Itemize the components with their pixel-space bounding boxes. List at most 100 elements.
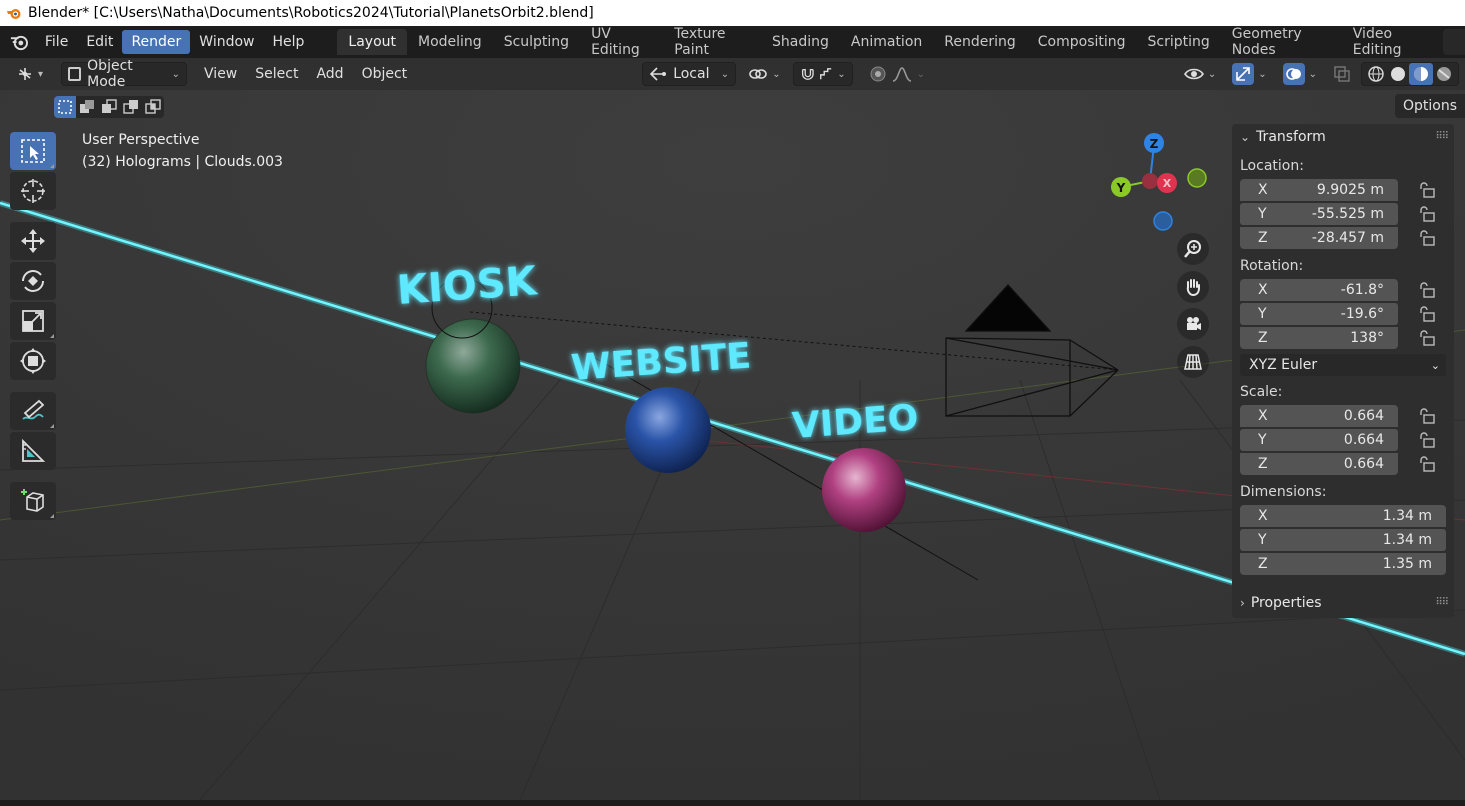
menu-help[interactable]: Help: [263, 30, 313, 54]
move-tool[interactable]: [10, 222, 56, 260]
zoom-icon[interactable]: [1177, 233, 1209, 265]
visibility-button[interactable]: ⌄: [1178, 62, 1222, 86]
planet-blue[interactable]: [625, 387, 711, 473]
tab-video-editing[interactable]: Video Editing: [1342, 21, 1441, 63]
tab-geometry-nodes[interactable]: Geometry Nodes: [1221, 21, 1342, 63]
menu-view[interactable]: View: [195, 62, 246, 86]
rotate-tool[interactable]: [10, 262, 56, 300]
tab-scripting[interactable]: Scripting: [1137, 29, 1221, 55]
lock-icon[interactable]: [1418, 408, 1436, 424]
material-shading-icon[interactable]: [1409, 63, 1433, 85]
scale-y-row: Y 0.664: [1240, 428, 1454, 452]
tab-modeling[interactable]: Modeling: [407, 29, 493, 55]
menu-object[interactable]: Object: [353, 62, 417, 86]
dimensions-z-row: Z 1.35 m: [1240, 552, 1454, 576]
cursor-tool[interactable]: [10, 172, 56, 210]
transform-orientation-selector[interactable]: Local ⌄: [642, 62, 737, 86]
lock-icon[interactable]: [1418, 306, 1436, 322]
tab-shading[interactable]: Shading: [761, 29, 840, 55]
tab-uv-editing[interactable]: UV Editing: [580, 21, 663, 63]
tab-sculpting[interactable]: Sculpting: [493, 29, 580, 55]
select-intersect-icon[interactable]: [142, 96, 164, 118]
lock-icon[interactable]: [1418, 330, 1436, 346]
drag-handle-icon[interactable]: ⠿⠿: [1435, 131, 1449, 142]
location-y-field[interactable]: Y -55.525 m: [1240, 203, 1398, 225]
gizmo-toggle[interactable]: ⌄: [1226, 62, 1272, 86]
gizmo-arrow-icon: [1232, 63, 1255, 85]
editor-type-button[interactable]: ▾: [10, 62, 49, 86]
options-button[interactable]: Options: [1394, 94, 1465, 118]
camera-view-icon[interactable]: [1177, 308, 1209, 340]
orientation-label: Local: [673, 66, 710, 82]
tab-rendering[interactable]: Rendering: [933, 29, 1027, 55]
rendered-shading-icon[interactable]: [1433, 64, 1455, 84]
scale-tool[interactable]: [10, 302, 56, 340]
svg-text:Z: Z: [1150, 137, 1159, 151]
wireframe-shading-icon[interactable]: [1365, 64, 1387, 84]
lock-icon[interactable]: [1418, 456, 1436, 472]
tab-texture-paint[interactable]: Texture Paint: [663, 21, 761, 63]
scale-x-row: X 0.664: [1240, 404, 1454, 428]
proportional-edit-button[interactable]: ⌄: [863, 62, 931, 86]
measure-tool[interactable]: [10, 432, 56, 470]
menu-add[interactable]: Add: [307, 62, 352, 86]
overlays-toggle[interactable]: ⌄: [1277, 62, 1323, 86]
scale-label: Scale:: [1240, 384, 1283, 400]
tab-compositing[interactable]: Compositing: [1027, 29, 1137, 55]
rotation-mode-select[interactable]: XYZ Euler ⌄: [1240, 354, 1446, 376]
xray-toggle[interactable]: [1327, 62, 1357, 86]
svg-text:X: X: [1163, 177, 1172, 190]
scale-z-field[interactable]: Z 0.664: [1240, 453, 1398, 475]
falloff-curve-icon: [892, 67, 911, 82]
move-icon: [21, 229, 45, 253]
rotation-z-field[interactable]: Z 138°: [1240, 327, 1398, 349]
dimensions-y-field[interactable]: Y 1.34 m: [1240, 529, 1446, 551]
pan-hand-icon[interactable]: [1177, 271, 1209, 303]
lock-icon[interactable]: [1418, 206, 1436, 222]
perspective-grid-icon[interactable]: [1177, 346, 1209, 378]
pivot-point-button[interactable]: ⌄: [742, 62, 786, 86]
snap-toggle[interactable]: ⌄: [792, 62, 853, 86]
drag-handle-icon[interactable]: ⠿⠿: [1435, 597, 1449, 608]
select-subtract-icon[interactable]: [98, 96, 120, 118]
rotation-y-field[interactable]: Y -19.6°: [1240, 303, 1398, 325]
blender-menu-icon[interactable]: [9, 31, 30, 53]
annotate-tool[interactable]: [10, 392, 56, 430]
mode-selector[interactable]: Object Mode ⌄: [61, 58, 188, 90]
lock-icon[interactable]: [1418, 432, 1436, 448]
menu-window[interactable]: Window: [190, 30, 263, 54]
select-difference-icon[interactable]: [120, 96, 142, 118]
status-bar: [0, 800, 1465, 806]
transform-tool[interactable]: [10, 342, 56, 380]
measure-ruler-icon: [22, 438, 46, 462]
mode-label: Object Mode: [87, 58, 133, 90]
proportional-edit-icon: [870, 66, 886, 82]
menu-edit[interactable]: Edit: [77, 30, 122, 54]
select-new-icon[interactable]: [54, 96, 76, 118]
lock-icon[interactable]: [1418, 182, 1436, 198]
transform-panel-header[interactable]: ⌄ Transform ⠿⠿: [1232, 124, 1454, 150]
select-extend-icon[interactable]: [76, 96, 98, 118]
menu-render[interactable]: Render: [122, 30, 191, 54]
location-z-field[interactable]: Z -28.457 m: [1240, 227, 1398, 249]
menu-select[interactable]: Select: [246, 62, 307, 86]
svg-text:Y: Y: [1116, 181, 1126, 195]
dimensions-z-field[interactable]: Z 1.35 m: [1240, 553, 1446, 575]
location-x-field[interactable]: X 9.9025 m: [1240, 179, 1398, 201]
scale-x-field[interactable]: X 0.664: [1240, 405, 1398, 427]
tab-layout[interactable]: Layout: [337, 29, 407, 55]
solid-shading-icon[interactable]: [1387, 64, 1409, 84]
rotation-x-field[interactable]: X -61.8°: [1240, 279, 1398, 301]
planet-pink[interactable]: [822, 448, 906, 532]
add-cube-tool[interactable]: [10, 482, 56, 520]
tool-shelf: [10, 130, 62, 522]
scale-y-field[interactable]: Y 0.664: [1240, 429, 1398, 451]
lock-icon[interactable]: [1418, 282, 1436, 298]
lock-icon[interactable]: [1418, 230, 1436, 246]
menu-file[interactable]: File: [36, 30, 77, 54]
dimensions-x-field[interactable]: X 1.34 m: [1240, 505, 1446, 527]
properties-panel-header[interactable]: › Properties ⠿⠿: [1232, 590, 1454, 616]
tab-animation[interactable]: Animation: [840, 29, 933, 55]
select-box-tool[interactable]: [10, 132, 56, 170]
scene-selector-button[interactable]: [1443, 29, 1465, 55]
